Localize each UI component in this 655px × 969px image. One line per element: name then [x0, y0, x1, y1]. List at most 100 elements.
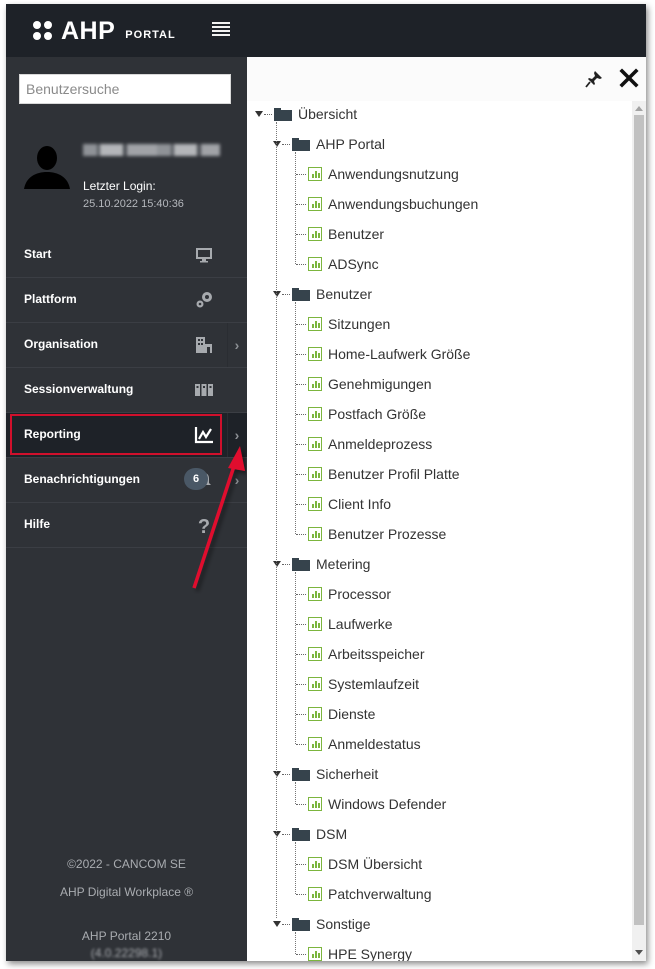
tree-connector — [282, 143, 290, 145]
close-icon[interactable] — [619, 68, 639, 88]
sidebar: Letzter Login: 25.10.2022 15:40:36 Start… — [6, 57, 247, 961]
logo[interactable]: AHP PORTAL — [33, 19, 176, 44]
folder-icon — [292, 917, 310, 931]
report-chart-icon — [308, 437, 322, 451]
user-search-input[interactable] — [19, 74, 231, 104]
expand-toggle-icon[interactable] — [273, 920, 281, 928]
tree-report-item[interactable]: Arbeitsspeicher — [295, 644, 425, 664]
tree-report-item[interactable]: Anmeldeprozess — [295, 434, 432, 454]
tree-report-item[interactable]: Genehmigungen — [295, 374, 432, 394]
sidebar-item-plattform[interactable]: Plattform — [6, 278, 247, 323]
chevron-right-icon[interactable]: › — [227, 458, 247, 502]
sidebar-item-label: Start — [24, 247, 52, 261]
tree-report-item[interactable]: Dienste — [295, 704, 375, 724]
expand-toggle-icon[interactable] — [273, 140, 281, 148]
chevron-right-icon[interactable]: › — [227, 323, 247, 367]
scroll-up-icon[interactable] — [635, 106, 643, 111]
chevron-right-icon[interactable]: › — [227, 413, 247, 457]
line-chart-icon — [194, 427, 213, 444]
tree-connector — [295, 842, 296, 894]
tree-folder-dsm[interactable]: DSM — [273, 824, 347, 844]
tree-node-label: Patchverwaltung — [328, 886, 432, 902]
tree-connector — [296, 173, 306, 175]
report-chart-icon — [308, 707, 322, 721]
notification-count-badge: 6 — [184, 468, 208, 490]
tree-report-item[interactable]: Benutzer — [295, 224, 384, 244]
tree-report-item[interactable]: DSM Übersicht — [295, 854, 422, 874]
product-name: AHP Digital Workplace ® — [59, 885, 194, 899]
tree-report-item[interactable]: ADSync — [295, 254, 379, 274]
report-chart-icon — [308, 527, 322, 541]
tree-connector — [282, 833, 290, 835]
tree-node-label: Windows Defender — [328, 796, 447, 812]
tree-connector — [296, 713, 306, 715]
tree-report-item[interactable]: Client Info — [295, 494, 391, 514]
tree-connector — [296, 443, 306, 445]
panel-header — [247, 57, 646, 101]
tree-connector — [296, 263, 306, 265]
sidebar-item-sessionverwaltung[interactable]: Sessionverwaltung — [6, 368, 247, 413]
tree-node-label: Anmeldestatus — [328, 736, 421, 752]
tree-connector — [296, 683, 306, 685]
tree-report-item[interactable]: Anwendungsbuchungen — [295, 194, 478, 214]
expand-toggle-icon[interactable] — [273, 830, 281, 838]
tree-node-label: Anmeldeprozess — [328, 436, 433, 452]
tree-report-item[interactable]: Processor — [295, 584, 391, 604]
report-chart-icon — [308, 797, 322, 811]
tree-report-item[interactable]: Anmeldestatus — [295, 734, 421, 754]
tree-connector — [296, 803, 306, 805]
tree-report-item[interactable]: Laufwerke — [295, 614, 393, 634]
tree-node-label: Benutzer — [316, 286, 373, 302]
building-icon — [196, 337, 212, 353]
expand-toggle-icon[interactable] — [273, 290, 281, 298]
tree-node-label: Benutzer Prozesse — [328, 526, 447, 542]
tree-report-item[interactable]: Benutzer Profil Platte — [295, 464, 460, 484]
version-text: AHP Portal 2210 — [81, 929, 172, 943]
copyright-text: ©2022 - CANCOM SE — [67, 857, 186, 871]
tree-report-item[interactable]: Anwendungsnutzung — [295, 164, 459, 184]
tree-node-label: Home-Laufwerk Größe — [328, 346, 471, 362]
expand-toggle-icon[interactable] — [255, 110, 263, 118]
tree-connector — [296, 473, 306, 475]
sidebar-item-hilfe[interactable]: Hilfe ? — [6, 503, 247, 548]
tree-report-item[interactable]: Systemlaufzeit — [295, 674, 419, 694]
folder-icon — [292, 557, 310, 571]
report-chart-icon — [308, 677, 322, 691]
sidebar-item-label: Sessionverwaltung — [24, 382, 134, 396]
expand-toggle-icon[interactable] — [273, 770, 281, 778]
tree-connector — [296, 383, 306, 385]
tree-folder-ahp-portal[interactable]: AHP Portal — [273, 134, 385, 154]
tree-report-item[interactable]: Postfach Größe — [295, 404, 426, 424]
tree-folder-metering[interactable]: Metering — [273, 554, 370, 574]
vertical-scrollbar[interactable] — [632, 101, 646, 961]
scrollbar-thumb[interactable] — [634, 115, 644, 925]
tree-node-label: DSM Übersicht — [328, 856, 423, 872]
menu-toggle-icon[interactable] — [212, 22, 230, 38]
sidebar-item-start[interactable]: Start — [6, 233, 247, 278]
tree-connector — [295, 302, 296, 534]
tree-report-item[interactable]: Windows Defender — [295, 794, 446, 814]
tree-connector — [276, 122, 277, 918]
tree-report-item[interactable]: HPE Synergy — [295, 944, 412, 961]
tree-connector — [282, 293, 290, 295]
tree-connector — [296, 533, 306, 535]
tree-node-label: Dienste — [328, 706, 376, 722]
tree-report-item[interactable]: Home-Laufwerk Größe — [295, 344, 470, 364]
tree-report-item[interactable]: Benutzer Prozesse — [295, 524, 446, 544]
tree-report-item[interactable]: Patchverwaltung — [295, 884, 432, 904]
sidebar-item-organisation[interactable]: Organisation › — [6, 323, 247, 368]
tree-folder-sonstige[interactable]: Sonstige — [273, 914, 370, 934]
tree-report-item[interactable]: Sitzungen — [295, 314, 390, 334]
sidebar-item-label: Plattform — [24, 292, 77, 306]
sidebar-item-reporting[interactable]: Reporting › — [6, 413, 247, 458]
tree-folder-sicherheit[interactable]: Sicherheit — [273, 764, 378, 784]
tree-node-root[interactable]: Übersicht — [255, 104, 357, 124]
sidebar-item-label: Reporting — [24, 427, 81, 441]
tree-folder-benutzer[interactable]: Benutzer — [273, 284, 372, 304]
sidebar-item-benachrichtigungen[interactable]: Benachrichtigungen 6 › — [6, 458, 247, 503]
report-chart-icon — [308, 407, 322, 421]
tree-connector — [296, 953, 306, 955]
scroll-down-icon[interactable] — [635, 950, 643, 955]
pin-icon[interactable] — [585, 70, 603, 88]
expand-toggle-icon[interactable] — [273, 560, 281, 568]
